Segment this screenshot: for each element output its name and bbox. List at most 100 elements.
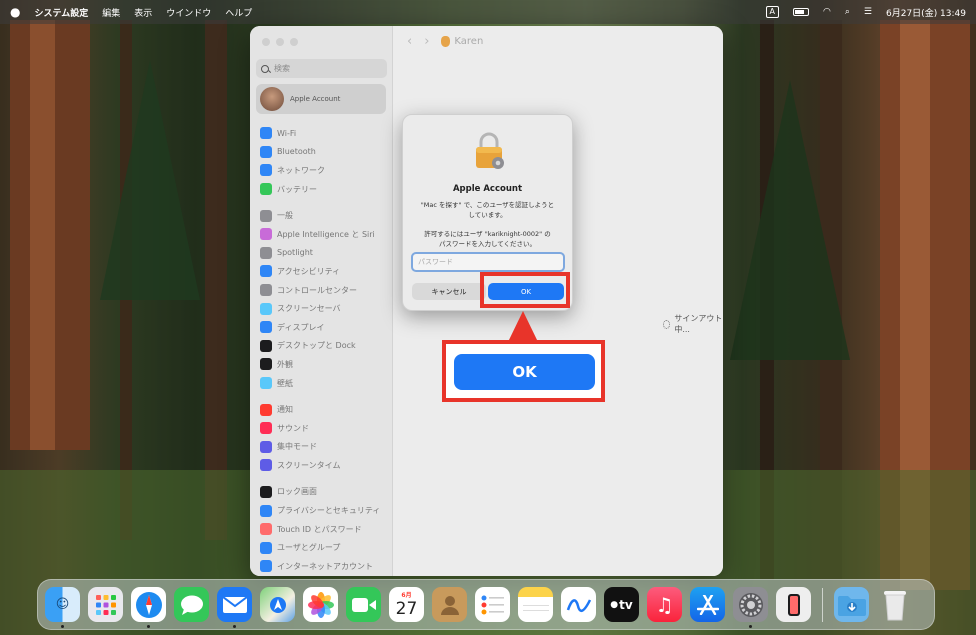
app-store-icon[interactable] [690,587,725,622]
calendar-icon[interactable]: 6月 27 [389,587,424,622]
sidebar-item[interactable]: Wi-Fi [256,124,387,143]
sidebar-item-icon [260,541,272,554]
forward-arrow-icon[interactable]: › [424,34,429,49]
sidebar-item[interactable]: スクリーンタイム [256,456,387,475]
menu-window[interactable]: ウインドウ [166,6,211,19]
sidebar-item[interactable]: ユーザとグループ [256,538,387,557]
sidebar-item[interactable]: Spotlight [256,244,387,263]
search-icon[interactable]: ⌕ [845,7,850,17]
sidebar-item-label: サウンド [277,423,309,433]
reminders-icon[interactable] [475,587,510,622]
sidebar-item[interactable]: デスクトップと Dock [256,337,387,356]
sidebar-item[interactable]: バッテリー [256,180,387,199]
sidebar-item[interactable]: サウンド [256,419,387,438]
sidebar-item[interactable]: インターネットアカウント [256,557,387,576]
wifi-icon[interactable]: ◠ [823,7,831,17]
sidebar-item-label: ディスプレイ [277,322,325,332]
facetime-icon[interactable] [346,587,381,622]
cancel-button[interactable]: キャンセル [412,283,486,300]
sidebar-item[interactable]: スクリーンセーバ [256,299,387,318]
sidebar-item[interactable]: 壁紙 [256,374,387,393]
sidebar-item-icon [260,377,272,390]
sidebar-search-field[interactable]: 検索 [256,59,387,78]
sidebar-item-apple-account[interactable]: Apple Account [256,84,386,114]
tv-label: tv [619,597,633,612]
mail-icon[interactable] [217,587,252,628]
password-field[interactable] [411,252,565,272]
menu-help[interactable]: ヘルプ [225,6,252,19]
messages-icon[interactable] [174,587,209,622]
sidebar-item[interactable]: 外観 [256,355,387,374]
sidebar-item-label: Bluetooth [277,147,316,157]
ok-callout: OK [442,340,605,402]
safari-icon[interactable] [131,587,166,628]
apple-logo-icon[interactable]: ● [10,5,20,19]
sidebar-item-icon [260,183,272,196]
sidebar-item[interactable]: コントロールセンター [256,281,387,300]
toolbar: ‹ › Karen [407,34,483,49]
photos-icon[interactable] [303,587,338,622]
sidebar-item-icon [260,127,272,140]
close-button[interactable] [262,38,270,46]
back-arrow-icon[interactable]: ‹ [407,34,412,49]
music-icon[interactable]: ♫ [647,587,682,622]
battery-icon[interactable] [793,8,810,16]
account-label: Apple Account [290,95,341,103]
contacts-icon[interactable] [432,587,467,622]
sidebar-item-icon [260,403,272,416]
sidebar-item[interactable]: Apple Intelligence と Siri [256,225,387,244]
dialog-title: Apple Account [452,184,523,194]
sidebar-item[interactable]: 一般 [256,206,387,225]
sidebar-item-label: ロック画面 [277,487,317,497]
sidebar-item[interactable]: Bluetooth [256,143,387,162]
menu-view[interactable]: 表示 [134,6,152,19]
window-controls [262,38,298,46]
sidebar-item-label: 一般 [277,211,293,221]
callout-arrow [508,311,538,342]
signout-status: サインアウト中... [663,313,723,335]
menu-app-name[interactable]: システム設定 [34,6,88,19]
dialog-instruction: 許可するにはユーザ "kariknight-0002" の パスワードを入力して… [424,230,551,248]
sidebar-item-icon [260,523,272,536]
menubar-clock[interactable]: 6月27日(金) 13:49 [886,6,966,19]
zoom-button[interactable] [290,38,298,46]
sidebar-item-icon [260,440,272,453]
sidebar-item[interactable]: Touch ID とパスワード [256,520,387,539]
sidebar-item-icon [260,321,272,334]
sidebar-item-label: アクセシビリティ [277,266,341,276]
sidebar-item[interactable]: アクセシビリティ [256,262,387,281]
ok-button-enlarged[interactable]: OK [454,354,595,390]
maps-icon[interactable] [260,587,295,622]
sidebar-item-icon [260,358,272,371]
sidebar-item-label: プライバシーとセキュリティ [277,506,381,516]
sidebar-item[interactable]: 通知 [256,400,387,419]
finder-icon[interactable]: ☺ [45,587,80,628]
sidebar-item[interactable]: ネットワーク [256,161,387,180]
sidebar-item-label: Wi-Fi [277,128,297,138]
sidebar-item-label: 集中モード [277,442,317,452]
sidebar-item-icon [260,228,272,241]
system-settings-icon[interactable] [733,587,768,628]
menu-edit[interactable]: 編集 [102,6,120,19]
sidebar-item-icon [260,560,272,573]
minimize-button[interactable] [276,38,284,46]
iphone-mirroring-icon[interactable] [776,587,811,622]
tv-icon[interactable]: ● tv [604,587,639,622]
dialog-message: "Mac を探す" で、このユーザを認証しようと しています。 [420,201,555,219]
input-source-indicator[interactable]: A [765,6,780,18]
menubar-status-area: A ◠ ⌕ ☰ 6月27日(金) 13:49 [765,6,966,19]
sidebar-item[interactable]: ロック画面 [256,483,387,502]
trash-icon[interactable] [877,587,912,622]
sidebar-item[interactable]: プライバシーとセキュリティ [256,501,387,520]
user-icon [441,36,451,47]
launchpad-icon[interactable] [88,587,123,622]
notes-icon[interactable] [518,587,553,622]
downloads-folder-icon[interactable] [834,587,869,622]
control-center-icon[interactable]: ☰ [864,7,872,17]
sidebar-item[interactable]: ディスプレイ [256,318,387,337]
freeform-icon[interactable] [561,587,596,622]
sidebar-item[interactable]: 集中モード [256,438,387,457]
sidebar-item-icon [260,164,272,177]
signout-text: サインアウト中... [674,314,723,334]
